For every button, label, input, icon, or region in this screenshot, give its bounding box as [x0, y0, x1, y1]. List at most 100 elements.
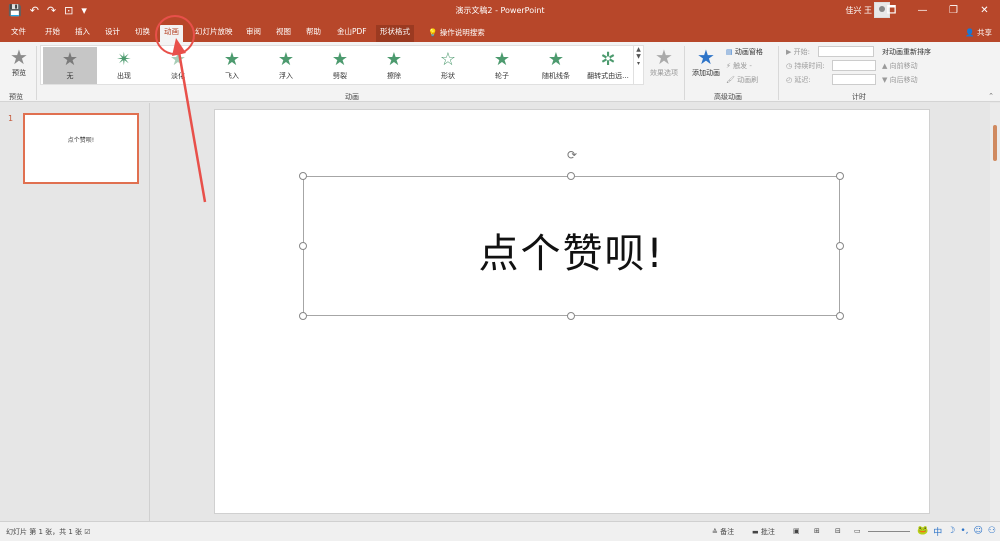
grow-turn-star-icon: ✲ [600, 49, 616, 70]
ribbon-tabs: 文件 开始 插入 设计 切换 动画 幻灯片放映 审阅 视图 帮助 金山PDF 形… [0, 22, 1000, 42]
anim-random-bars[interactable]: ★ 随机线条 [529, 47, 583, 84]
tab-file[interactable]: 文件 [7, 25, 30, 42]
effect-options-button[interactable]: ★ 效果选项 [646, 46, 682, 78]
resize-handle[interactable] [567, 312, 575, 320]
anim-none[interactable]: ★ 无 [43, 47, 97, 84]
slide-sorter-icon[interactable]: ⊞ [814, 527, 820, 535]
tab-kingsoft-pdf[interactable]: 金山PDF [333, 25, 371, 42]
up-arrow-icon: ▲ [882, 62, 890, 70]
anim-appear[interactable]: ✴ 出现 [97, 47, 151, 84]
resize-handle[interactable] [299, 242, 307, 250]
animation-pane-button[interactable]: ▤ 动画窗格 [726, 47, 763, 57]
tab-help[interactable]: 帮助 [302, 25, 325, 42]
ime-mode[interactable]: 中 [933, 525, 942, 538]
restore-icon[interactable]: ❐ [938, 0, 969, 22]
resize-handle[interactable] [836, 172, 844, 180]
random-bars-star-icon: ★ [547, 49, 565, 70]
move-earlier-button[interactable]: ▲ 向前移动 [882, 61, 918, 71]
resize-handle[interactable] [299, 172, 307, 180]
move-later-button[interactable]: ▼ 向后移动 [882, 75, 918, 85]
fly-in-star-icon: ★ [223, 49, 241, 70]
tell-me-search[interactable]: 💡 操作说明搜索 [428, 27, 485, 38]
collapse-ribbon-icon[interactable]: ⌃ [988, 92, 994, 100]
start-select[interactable] [818, 46, 874, 57]
shape-star-icon: ☆ [439, 49, 457, 70]
float-in-star-icon: ★ [277, 49, 295, 70]
title-textbox[interactable]: 点个赞呗! [303, 176, 840, 316]
trigger-button[interactable]: ⚡ 触发 - [726, 61, 752, 71]
group-label-advanced: 高级动画 [714, 93, 742, 101]
tab-shape-format[interactable]: 形状格式 [376, 25, 414, 42]
vertical-scrollbar[interactable] [990, 103, 1000, 521]
tab-slideshow[interactable]: 幻灯片放映 [191, 25, 237, 42]
notes-button[interactable]: ≙ 备注 [712, 527, 734, 537]
chevron-down-icon[interactable]: ▼ [634, 53, 643, 60]
add-animation-button[interactable]: ★ 添加动画 [688, 46, 724, 78]
tab-design[interactable]: 设计 [101, 25, 124, 42]
slide-canvas[interactable]: ⟳ 点个赞呗! [214, 109, 930, 514]
scrollbar-thumb[interactable] [993, 125, 997, 161]
window-controls: 🗖 — ❐ ✕ [876, 0, 1000, 22]
anim-wheel[interactable]: ★ 轮子 [475, 47, 529, 84]
animation-painter-button[interactable]: 🖌 动画刷 [726, 75, 758, 85]
slide-title-text[interactable]: 点个赞呗! [304, 221, 839, 279]
slideshow-icon[interactable]: ▭ [854, 527, 861, 535]
ime-logo-icon[interactable]: 🐸 [917, 526, 928, 536]
gallery-scroll[interactable]: ▲ ▼ ▾ [633, 46, 643, 84]
slide-number: 1 [8, 114, 14, 123]
ribbon-display-icon[interactable]: 🗖 [876, 0, 907, 22]
minimize-icon[interactable]: — [907, 0, 938, 22]
rotate-handle-icon[interactable]: ⟳ [565, 148, 579, 162]
effect-options-star-icon: ★ [655, 45, 673, 69]
anim-grow-turn[interactable]: ✲ 翻转式由远... [581, 47, 635, 84]
status-bar: 幻灯片 第 1 张，共 1 张 ☑ ≙ 备注 ▬ 批注 ▣ ⊞ ⊟ ▭ [0, 521, 1000, 541]
shirt-icon[interactable]: ⚇ [988, 526, 996, 536]
group-label-animation: 动画 [345, 93, 359, 101]
resize-handle[interactable] [836, 312, 844, 320]
zoom-slider[interactable] [868, 531, 910, 532]
reading-view-icon[interactable]: ⊟ [835, 527, 841, 535]
notes-icon: ≙ [712, 528, 721, 536]
none-star-icon: ★ [61, 49, 79, 70]
resize-handle[interactable] [299, 312, 307, 320]
play-icon: ▶ [786, 48, 794, 56]
anim-wipe[interactable]: ★ 擦除 [367, 47, 421, 84]
tab-insert[interactable]: 插入 [71, 25, 94, 42]
animation-gallery: ★ 无 ✴ 出现 ★ 淡化 ★ 飞入 ★ 浮入 ★ 劈裂 ★ 擦除 ☆ 形状 ★ 轮子 ★ 随机线条… [40, 45, 644, 85]
preview-star-icon: ★ [10, 45, 28, 69]
comments-button[interactable]: ▬ 批注 [752, 527, 775, 537]
normal-view-icon[interactable]: ▣ [793, 527, 800, 535]
annotation-circle [155, 15, 195, 55]
share-button[interactable]: 👤 共享 [965, 27, 992, 38]
anim-shape[interactable]: ☆ 形状 [421, 47, 475, 84]
preview-button[interactable]: ★ 预览 [6, 46, 32, 78]
delay-input[interactable] [832, 74, 876, 85]
smile-icon[interactable]: ☺ [974, 526, 983, 536]
start-label: ▶ 开始: [786, 48, 810, 56]
resize-handle[interactable] [836, 242, 844, 250]
anim-float-in[interactable]: ★ 浮入 [259, 47, 313, 84]
more-icon[interactable]: ▾ [634, 60, 643, 67]
split-star-icon: ★ [331, 49, 349, 70]
chevron-up-icon[interactable]: ▲ [634, 46, 643, 53]
accessibility-icon[interactable]: ☑ [84, 528, 90, 536]
moon-icon[interactable]: ☽ [947, 526, 955, 536]
ribbon-animations: ★ 预览 预览 ★ 无 ✴ 出现 ★ 淡化 ★ 飞入 ★ 浮入 ★ 劈裂 ★ 擦除 ☆ 形状 ★… [0, 42, 1000, 102]
anim-split[interactable]: ★ 劈裂 [313, 47, 367, 84]
anim-fly-in[interactable]: ★ 飞入 [205, 47, 259, 84]
tab-home[interactable]: 开始 [41, 25, 64, 42]
tab-review[interactable]: 审阅 [242, 25, 265, 42]
close-icon[interactable]: ✕ [969, 0, 1000, 22]
slide-thumbnail[interactable]: 点个赞呗! [23, 113, 139, 184]
resize-handle[interactable] [567, 172, 575, 180]
ime-toolbar: 🐸 中 ☽ •, ☺ ⚇ [917, 521, 996, 541]
punctuation-icon[interactable]: •, [960, 526, 968, 536]
tab-transitions[interactable]: 切换 [131, 25, 154, 42]
reorder-label: 对动画重新排序 [882, 48, 931, 56]
duration-input[interactable] [832, 60, 876, 71]
title-bar: 💾 ↶ ↷ ⊡ ▾ 演示文稿2 - PowerPoint 佳兴 王 🗖 — ❐ … [0, 0, 1000, 22]
user-name[interactable]: 佳兴 王 [845, 5, 872, 16]
divider [684, 46, 685, 100]
tab-view[interactable]: 视图 [272, 25, 295, 42]
group-label-timing: 计时 [852, 93, 866, 101]
